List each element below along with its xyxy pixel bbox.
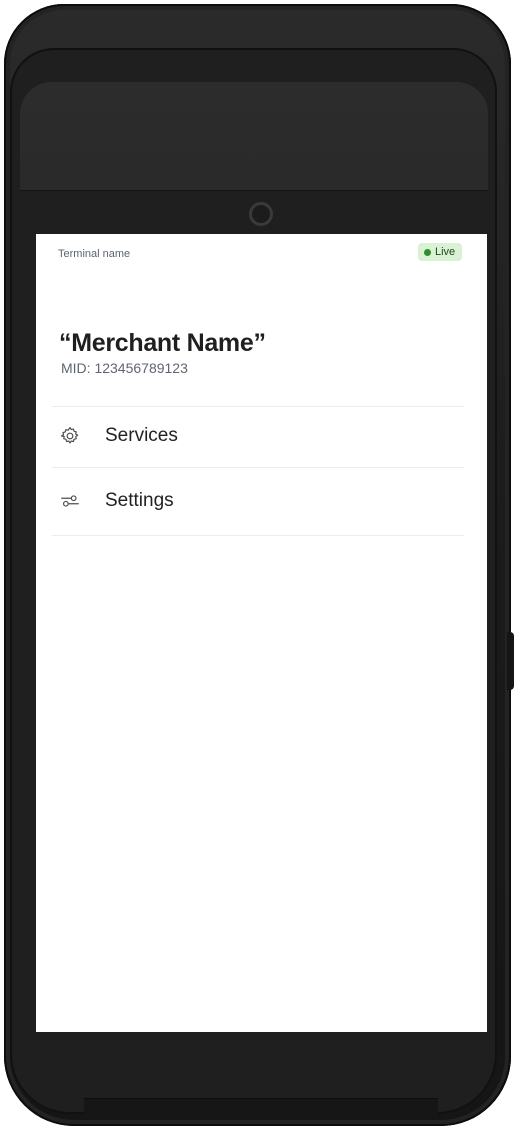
services-menu-item[interactable]: Services	[52, 404, 464, 468]
services-label: Services	[105, 425, 178, 446]
merchant-id: MID: 123456789123	[61, 360, 188, 376]
settings-menu-item[interactable]: Settings	[52, 469, 464, 533]
terminal-screen: Terminal name Live “Merchant Name” MID: …	[36, 234, 487, 1032]
divider	[52, 467, 464, 468]
card-slot	[84, 1098, 438, 1119]
gear-icon	[58, 424, 82, 448]
status-bar: Terminal name Live	[36, 234, 487, 274]
sliders-icon	[58, 489, 82, 513]
live-status-label: Live	[435, 246, 456, 258]
live-status-dot-icon	[424, 248, 431, 256]
side-button[interactable]	[507, 632, 514, 690]
terminal-name-label: Terminal name	[58, 248, 131, 260]
device-top-band	[20, 82, 488, 191]
divider	[52, 535, 464, 536]
merchant-name: “Merchant Name”	[59, 329, 266, 357]
settings-label: Settings	[105, 490, 174, 511]
live-status-badge: Live	[418, 243, 463, 261]
camera-icon	[249, 202, 273, 226]
